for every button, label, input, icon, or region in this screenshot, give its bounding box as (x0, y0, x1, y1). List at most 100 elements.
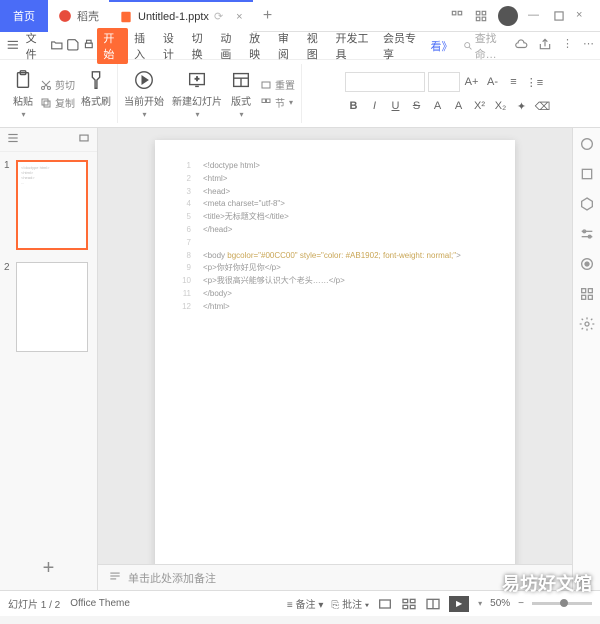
cut-icon (40, 79, 52, 91)
section-icon (260, 97, 272, 109)
shape-panel-icon[interactable] (579, 166, 595, 182)
comments-toggle[interactable]: ⎘ 批注 ▾ (331, 596, 369, 611)
paste-button[interactable]: 粘贴▾ (12, 69, 34, 119)
close-icon[interactable]: × (236, 11, 242, 23)
zoom-slider[interactable] (532, 602, 592, 605)
layout-button[interactable]: 版式▾ (230, 69, 252, 119)
status-right: ≡ 备注 ▾ ⎘ 批注 ▾ ▶▾ 50% − (287, 596, 592, 612)
bold-button[interactable]: B (345, 97, 363, 115)
menu-begin[interactable]: 开始 (97, 28, 128, 64)
section-button[interactable]: 节▾ (260, 95, 295, 110)
clear-format-button[interactable]: ⌫ (534, 97, 552, 115)
apps-icon[interactable] (474, 9, 488, 23)
tab-doc-label: Untitled-1.pptx (138, 11, 209, 23)
menu-devtools[interactable]: 开发工具 (331, 28, 377, 64)
reading-view-icon[interactable] (425, 596, 441, 612)
copy-button[interactable]: 复制 (40, 95, 75, 110)
new-slide-button[interactable]: + 新建幻灯片▾ (172, 69, 222, 119)
adjust-panel-icon[interactable] (579, 226, 595, 242)
menu-more[interactable]: 看》 (427, 36, 457, 56)
slides-group: 当前开始▾ + 新建幻灯片▾ 版式▾ 重置 节▾ (118, 64, 302, 123)
share-icon[interactable] (538, 37, 552, 54)
cut-button[interactable]: 剪切 (40, 77, 75, 92)
italic-button[interactable]: I (366, 97, 384, 115)
thumb-item-2: 2 (4, 262, 93, 352)
print-icon[interactable] (82, 38, 96, 54)
tab-shell[interactable]: 稻壳 (48, 0, 109, 32)
menu-view[interactable]: 视图 (303, 28, 330, 64)
slide-counter: 幻灯片 1 / 2 (8, 596, 60, 611)
menu-search[interactable]: 查找命… (463, 30, 512, 62)
workspace: 1 <!doctype html><html><head>... 2 + 1<!… (0, 128, 600, 590)
add-slide-button[interactable]: + (0, 547, 97, 590)
zoom-value[interactable]: 50% (490, 598, 510, 609)
zoom-out-button[interactable]: − (518, 598, 524, 609)
subscript-button[interactable]: X₂ (492, 97, 510, 115)
menu-review[interactable]: 审阅 (274, 28, 301, 64)
right-panel (572, 128, 600, 590)
cloud-icon[interactable] (514, 37, 528, 54)
record-panel-icon[interactable] (579, 256, 595, 272)
slideshow-button[interactable]: ▶ (449, 596, 469, 612)
list-button[interactable]: ≡ (505, 73, 523, 91)
menu-file[interactable]: 文件 (22, 28, 49, 64)
menu-design[interactable]: 设计 (159, 28, 186, 64)
grid-panel-icon[interactable] (579, 286, 595, 302)
normal-view-icon[interactable] (377, 596, 393, 612)
effects-button[interactable]: ✦ (513, 97, 531, 115)
kebab-icon[interactable]: ⋮ (562, 37, 573, 54)
notes-toggle[interactable]: ≡ 备注 ▾ (287, 596, 323, 611)
menu-transition[interactable]: 切换 (188, 28, 215, 64)
collapse-icon[interactable] (77, 131, 91, 148)
sorter-view-icon[interactable] (401, 596, 417, 612)
close-window-icon[interactable]: × (576, 9, 590, 23)
outline-icon[interactable] (6, 131, 20, 148)
font-grow-button[interactable]: A+ (463, 73, 481, 91)
save-icon[interactable] (66, 38, 80, 54)
shell-icon (58, 9, 72, 23)
more-icon[interactable]: ⋯ (583, 37, 594, 54)
settings-panel-icon[interactable] (579, 316, 595, 332)
thumbnail-1[interactable]: <!doctype html><html><head>... (16, 160, 88, 250)
slide-panel: 1 <!doctype html><html><head>... 2 + (0, 128, 98, 590)
menu-slideshow[interactable]: 放映 (245, 28, 272, 64)
font-color-button[interactable]: A (429, 97, 447, 115)
thumbnail-2[interactable] (16, 262, 88, 352)
statusbar: 幻灯片 1 / 2 Office Theme ≡ 备注 ▾ ⎘ 批注 ▾ ▶▾ … (0, 590, 600, 616)
zoom-thumb[interactable] (560, 599, 568, 607)
menu-insert[interactable]: 插入 (130, 28, 157, 64)
minimize-icon[interactable]: — (528, 9, 542, 23)
format-brush-button[interactable]: 格式刷 (81, 69, 111, 119)
font-size-select[interactable] (428, 72, 460, 92)
object-panel-icon[interactable] (579, 196, 595, 212)
strike-button[interactable]: S (408, 97, 426, 115)
layout-icon (230, 69, 252, 91)
underline-button[interactable]: U (387, 97, 405, 115)
new-slide-label: 新建幻灯片 (172, 93, 222, 108)
tab-refresh-icon[interactable]: ⟳ (214, 10, 223, 23)
notes-bar[interactable]: 单击此处添加备注 (98, 564, 572, 590)
paste-icon (12, 69, 34, 91)
notes-placeholder: 单击此处添加备注 (128, 570, 216, 586)
font-family-select[interactable] (345, 72, 425, 92)
avatar[interactable] (498, 6, 518, 26)
play-from-button[interactable]: 当前开始▾ (124, 69, 164, 119)
highlight-button[interactable]: A (450, 97, 468, 115)
menu-vip[interactable]: 会员专享 (379, 28, 425, 64)
menu-animation[interactable]: 动画 (216, 28, 243, 64)
new-tab-button[interactable]: + (253, 7, 283, 25)
superscript-button[interactable]: X² (471, 97, 489, 115)
hamburger-icon[interactable] (6, 38, 20, 54)
folder-icon[interactable] (50, 38, 64, 54)
thumb-item-1: 1 <!doctype html><html><head>... (4, 160, 93, 250)
canvas-area[interactable]: 1<!doctype html>2<html>3<head>4<meta cha… (98, 128, 572, 564)
bullet-button[interactable]: ⋮≡ (526, 73, 544, 91)
menubar-right: ⋮ ⋯ (514, 37, 594, 54)
slide-canvas[interactable]: 1<!doctype html>2<html>3<head>4<meta cha… (155, 140, 515, 564)
grid-icon[interactable] (450, 9, 464, 23)
font-shrink-button[interactable]: A- (484, 73, 502, 91)
design-panel-icon[interactable] (579, 136, 595, 152)
maximize-icon[interactable] (552, 9, 566, 23)
reset-button[interactable]: 重置 (260, 77, 295, 92)
reset-icon (260, 79, 272, 91)
